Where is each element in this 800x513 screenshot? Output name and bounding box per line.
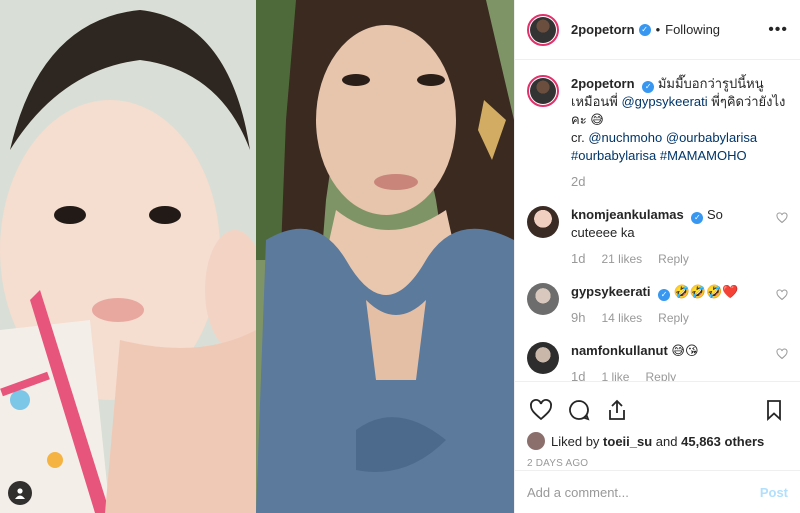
likes-middle: and xyxy=(655,433,678,449)
baby-photo-art xyxy=(0,0,256,513)
commenter-avatar[interactable] xyxy=(527,206,559,238)
reply-button[interactable]: Reply xyxy=(658,250,689,268)
post-actions: Liked by toeii_su and 45,863 others 2 DA… xyxy=(515,381,800,469)
mention-link[interactable]: @gypsykeerati xyxy=(621,94,707,109)
comment-likes[interactable]: 21 likes xyxy=(601,250,642,268)
post-header: 2popetorn ✓ • Following ••• xyxy=(515,0,800,60)
author-username[interactable]: 2popetorn xyxy=(571,22,635,37)
mention-link[interactable]: @nuchmoho xyxy=(588,130,662,145)
post-media[interactable] xyxy=(0,0,514,513)
reply-button[interactable]: Reply xyxy=(658,309,689,327)
heart-icon[interactable] xyxy=(776,348,788,360)
add-comment-bar: Add a comment... Post xyxy=(515,470,800,513)
woman-photo xyxy=(256,0,514,513)
share-icon[interactable] xyxy=(603,396,631,424)
comment-age: 9h xyxy=(571,310,586,325)
caption-username[interactable]: 2popetorn xyxy=(571,76,635,91)
comment-likes[interactable]: 14 likes xyxy=(601,309,642,327)
commenter-avatar[interactable] xyxy=(527,283,559,315)
heart-icon[interactable] xyxy=(776,289,788,301)
reply-button[interactable]: Reply xyxy=(645,368,676,381)
comment-body: knomjeankulamas ✓ So cuteeee ka 1d 21 li… xyxy=(571,206,768,268)
comment-row: knomjeankulamas ✓ So cuteeee ka 1d 21 li… xyxy=(527,206,788,268)
comment-text: 😅😘 xyxy=(671,343,699,358)
comment-body: gypsykeerati ✓ 🤣🤣🤣❤️ 9h 14 likes Reply xyxy=(571,283,768,327)
action-icons xyxy=(527,390,788,430)
bookmark-icon[interactable] xyxy=(760,396,788,424)
comment-row: namfonkullanut 😅😘 1d 1 like Reply xyxy=(527,342,788,381)
heart-icon[interactable] xyxy=(776,212,788,224)
commenter-avatar[interactable] xyxy=(527,342,559,374)
post-sidebar: 2popetorn ✓ • Following ••• 2popetorn ✓ … xyxy=(514,0,800,513)
post-comment-button[interactable]: Post xyxy=(760,485,788,500)
hashtag-link[interactable]: #MAMAMOHO xyxy=(660,148,747,163)
likes-prefix: Liked by xyxy=(551,433,600,449)
comment-meta: 9h 14 likes Reply xyxy=(571,309,768,327)
verified-badge-icon: ✓ xyxy=(638,23,651,36)
comment-likes[interactable]: 1 like xyxy=(601,368,629,381)
comment-meta: 1d 1 like Reply xyxy=(571,368,768,381)
tagged-user-icon[interactable] xyxy=(8,481,32,505)
caption-age: 2d xyxy=(571,174,586,189)
hashtag-link[interactable]: #ourbabylarisa xyxy=(571,148,656,163)
verified-badge-icon: ✓ xyxy=(658,289,671,301)
like-heart-icon[interactable] xyxy=(527,396,555,424)
verified-badge-icon: ✓ xyxy=(642,81,655,93)
comment-bubble-icon[interactable] xyxy=(565,396,593,424)
comment-age: 1d xyxy=(571,251,586,266)
comment-input[interactable]: Add a comment... xyxy=(527,485,760,500)
comment-meta: 1d 21 likes Reply xyxy=(571,250,768,268)
instagram-post-view: 2popetorn ✓ • Following ••• 2popetorn ✓ … xyxy=(0,0,800,513)
author-avatar[interactable] xyxy=(527,13,559,46)
caption-body: 2popetorn ✓ มัมมี๊บอกว่ารูปนี้หนูเหมือนพ… xyxy=(571,75,788,191)
credit-prefix: cr. xyxy=(571,130,589,145)
verified-badge-icon: ✓ xyxy=(691,212,704,224)
caption: 2popetorn ✓ มัมมี๊บอกว่ารูปนี้หนูเหมือนพ… xyxy=(527,75,788,191)
comment-row: gypsykeerati ✓ 🤣🤣🤣❤️ 9h 14 likes Reply xyxy=(527,283,788,327)
post-timestamp: 2 DAYS AGO xyxy=(527,458,589,469)
follow-button[interactable]: Following xyxy=(665,22,720,37)
likes-count[interactable]: 45,863 others xyxy=(681,434,764,449)
comment-text: 🤣🤣🤣❤️ xyxy=(673,284,739,299)
commenter-username[interactable]: namfonkullanut xyxy=(571,343,668,358)
comment-body: namfonkullanut 😅😘 1d 1 like Reply xyxy=(571,342,768,381)
mention-link[interactable]: @ourbabylarisa xyxy=(666,130,757,145)
baby-photo xyxy=(0,0,256,513)
comment-age: 1d xyxy=(571,369,586,381)
caption-meta: 2d xyxy=(571,173,788,191)
more-options-icon[interactable]: ••• xyxy=(768,21,788,39)
woman-photo-art xyxy=(256,0,514,513)
liker-avatar[interactable] xyxy=(527,432,545,450)
caption-avatar[interactable] xyxy=(527,75,559,107)
comments-list: 2popetorn ✓ มัมมี๊บอกว่ารูปนี้หนูเหมือนพ… xyxy=(515,61,800,381)
separator-dot: • xyxy=(655,22,661,37)
likes-summary: Liked by toeii_su and 45,863 others xyxy=(527,430,788,452)
liker-username[interactable]: toeii_su xyxy=(603,434,652,449)
commenter-username[interactable]: gypsykeerati xyxy=(571,284,651,299)
commenter-username[interactable]: knomjeankulamas xyxy=(571,207,684,222)
